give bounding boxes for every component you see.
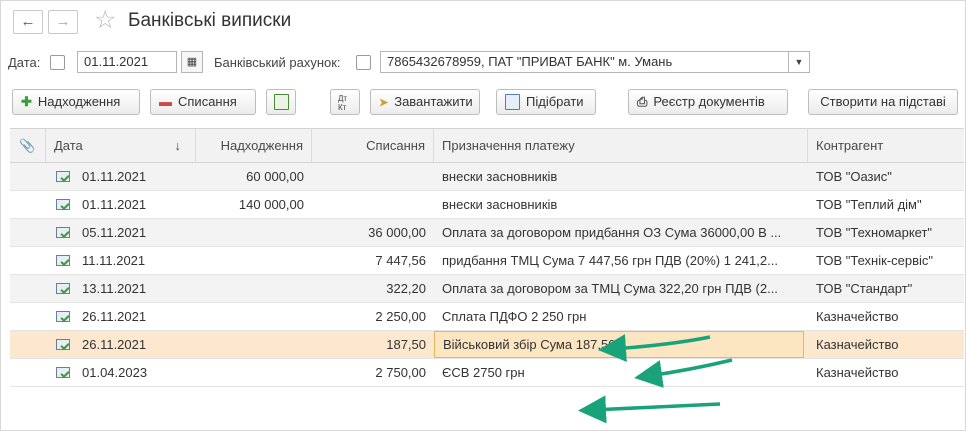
- table-row[interactable]: 01.11.2021 140 000,00 внески засновників…: [10, 191, 964, 219]
- table-row[interactable]: 01.04.2023 2 750,00 ЄСВ 2750 грн Казначе…: [10, 359, 964, 387]
- page-title: Банківські виписки: [128, 10, 292, 31]
- column-income[interactable]: Надходження: [196, 129, 312, 162]
- table-row-selected[interactable]: 26.11.2021 187,50 Військовий збір Сума 1…: [10, 331, 964, 359]
- load-button[interactable]: ➤ Завантажити: [370, 89, 480, 115]
- import-icon: ➤: [379, 97, 389, 109]
- arrow-right-icon: →: [55, 13, 71, 30]
- table-row[interactable]: 01.11.2021 60 000,00 внески засновників …: [10, 163, 964, 191]
- account-checkbox[interactable]: [356, 55, 371, 70]
- sort-arrow-icon: ↓: [174, 138, 182, 153]
- document-posted-icon: [56, 171, 70, 182]
- table-row[interactable]: 13.11.2021 322,20 Оплата за договором за…: [10, 275, 964, 303]
- arrow-left-icon: ←: [20, 13, 36, 30]
- calendar-icon[interactable]: ▦: [181, 51, 203, 73]
- account-field[interactable]: 7865432678959, ПАТ "ПРИВАТ БАНК" м. Уман…: [380, 51, 792, 73]
- create-based-on-button[interactable]: Створити на підставі: [808, 89, 958, 115]
- forward-button[interactable]: →: [48, 10, 78, 34]
- table-header: 📎 Дата ↓ Надходження Списання Призначенн…: [10, 128, 964, 163]
- document-posted-icon: [56, 227, 70, 238]
- debit-credit-icon: Дт Кт: [338, 93, 348, 112]
- document-posted-icon: [56, 255, 70, 266]
- accounting-entries-button[interactable]: Дт Кт: [330, 89, 360, 115]
- table-row[interactable]: 05.11.2021 36 000,00 Оплата за договором…: [10, 219, 964, 247]
- chevron-down-icon[interactable]: ▼: [788, 51, 810, 73]
- minus-icon: ▬: [159, 94, 172, 109]
- account-label: Банківський рахунок:: [214, 55, 341, 70]
- date-field[interactable]: 01.11.2021: [77, 51, 177, 73]
- focused-cell[interactable]: Військовий збір Сума 187,50: [434, 331, 804, 358]
- table-row[interactable]: 11.11.2021 7 447,56 придбання ТМЦ Сума 7…: [10, 247, 964, 275]
- column-expense[interactable]: Списання: [312, 129, 434, 162]
- column-counterparty[interactable]: Контрагент: [808, 129, 964, 162]
- new-document-icon: [274, 93, 289, 110]
- column-date[interactable]: Дата ↓: [46, 129, 196, 162]
- plus-icon: ✚: [21, 94, 32, 109]
- document-posted-icon: [56, 199, 70, 210]
- document-posted-icon: [56, 283, 70, 294]
- favorite-star-icon[interactable]: ☆: [94, 6, 116, 34]
- back-button[interactable]: ←: [13, 10, 43, 34]
- date-label: Дата:: [8, 55, 41, 70]
- printer-icon: ⎙: [637, 94, 648, 109]
- table-row[interactable]: 26.11.2021 2 250,00 Сплата ПДФО 2 250 гр…: [10, 303, 964, 331]
- document-posted-icon: [56, 339, 70, 350]
- add-expense-button[interactable]: ▬ Списання: [150, 89, 256, 115]
- new-document-button[interactable]: [266, 89, 296, 115]
- column-purpose[interactable]: Призначення платежу: [434, 129, 808, 162]
- attachment-icon[interactable]: 📎: [10, 129, 46, 162]
- pick-button[interactable]: Підібрати: [496, 89, 596, 115]
- registry-button[interactable]: ⎙ Реєстр документів: [628, 89, 788, 115]
- date-checkbox[interactable]: [50, 55, 65, 70]
- document-posted-icon: [56, 367, 70, 378]
- add-income-button[interactable]: ✚ Надходження: [12, 89, 140, 115]
- pick-icon: [505, 93, 520, 110]
- document-posted-icon: [56, 311, 70, 322]
